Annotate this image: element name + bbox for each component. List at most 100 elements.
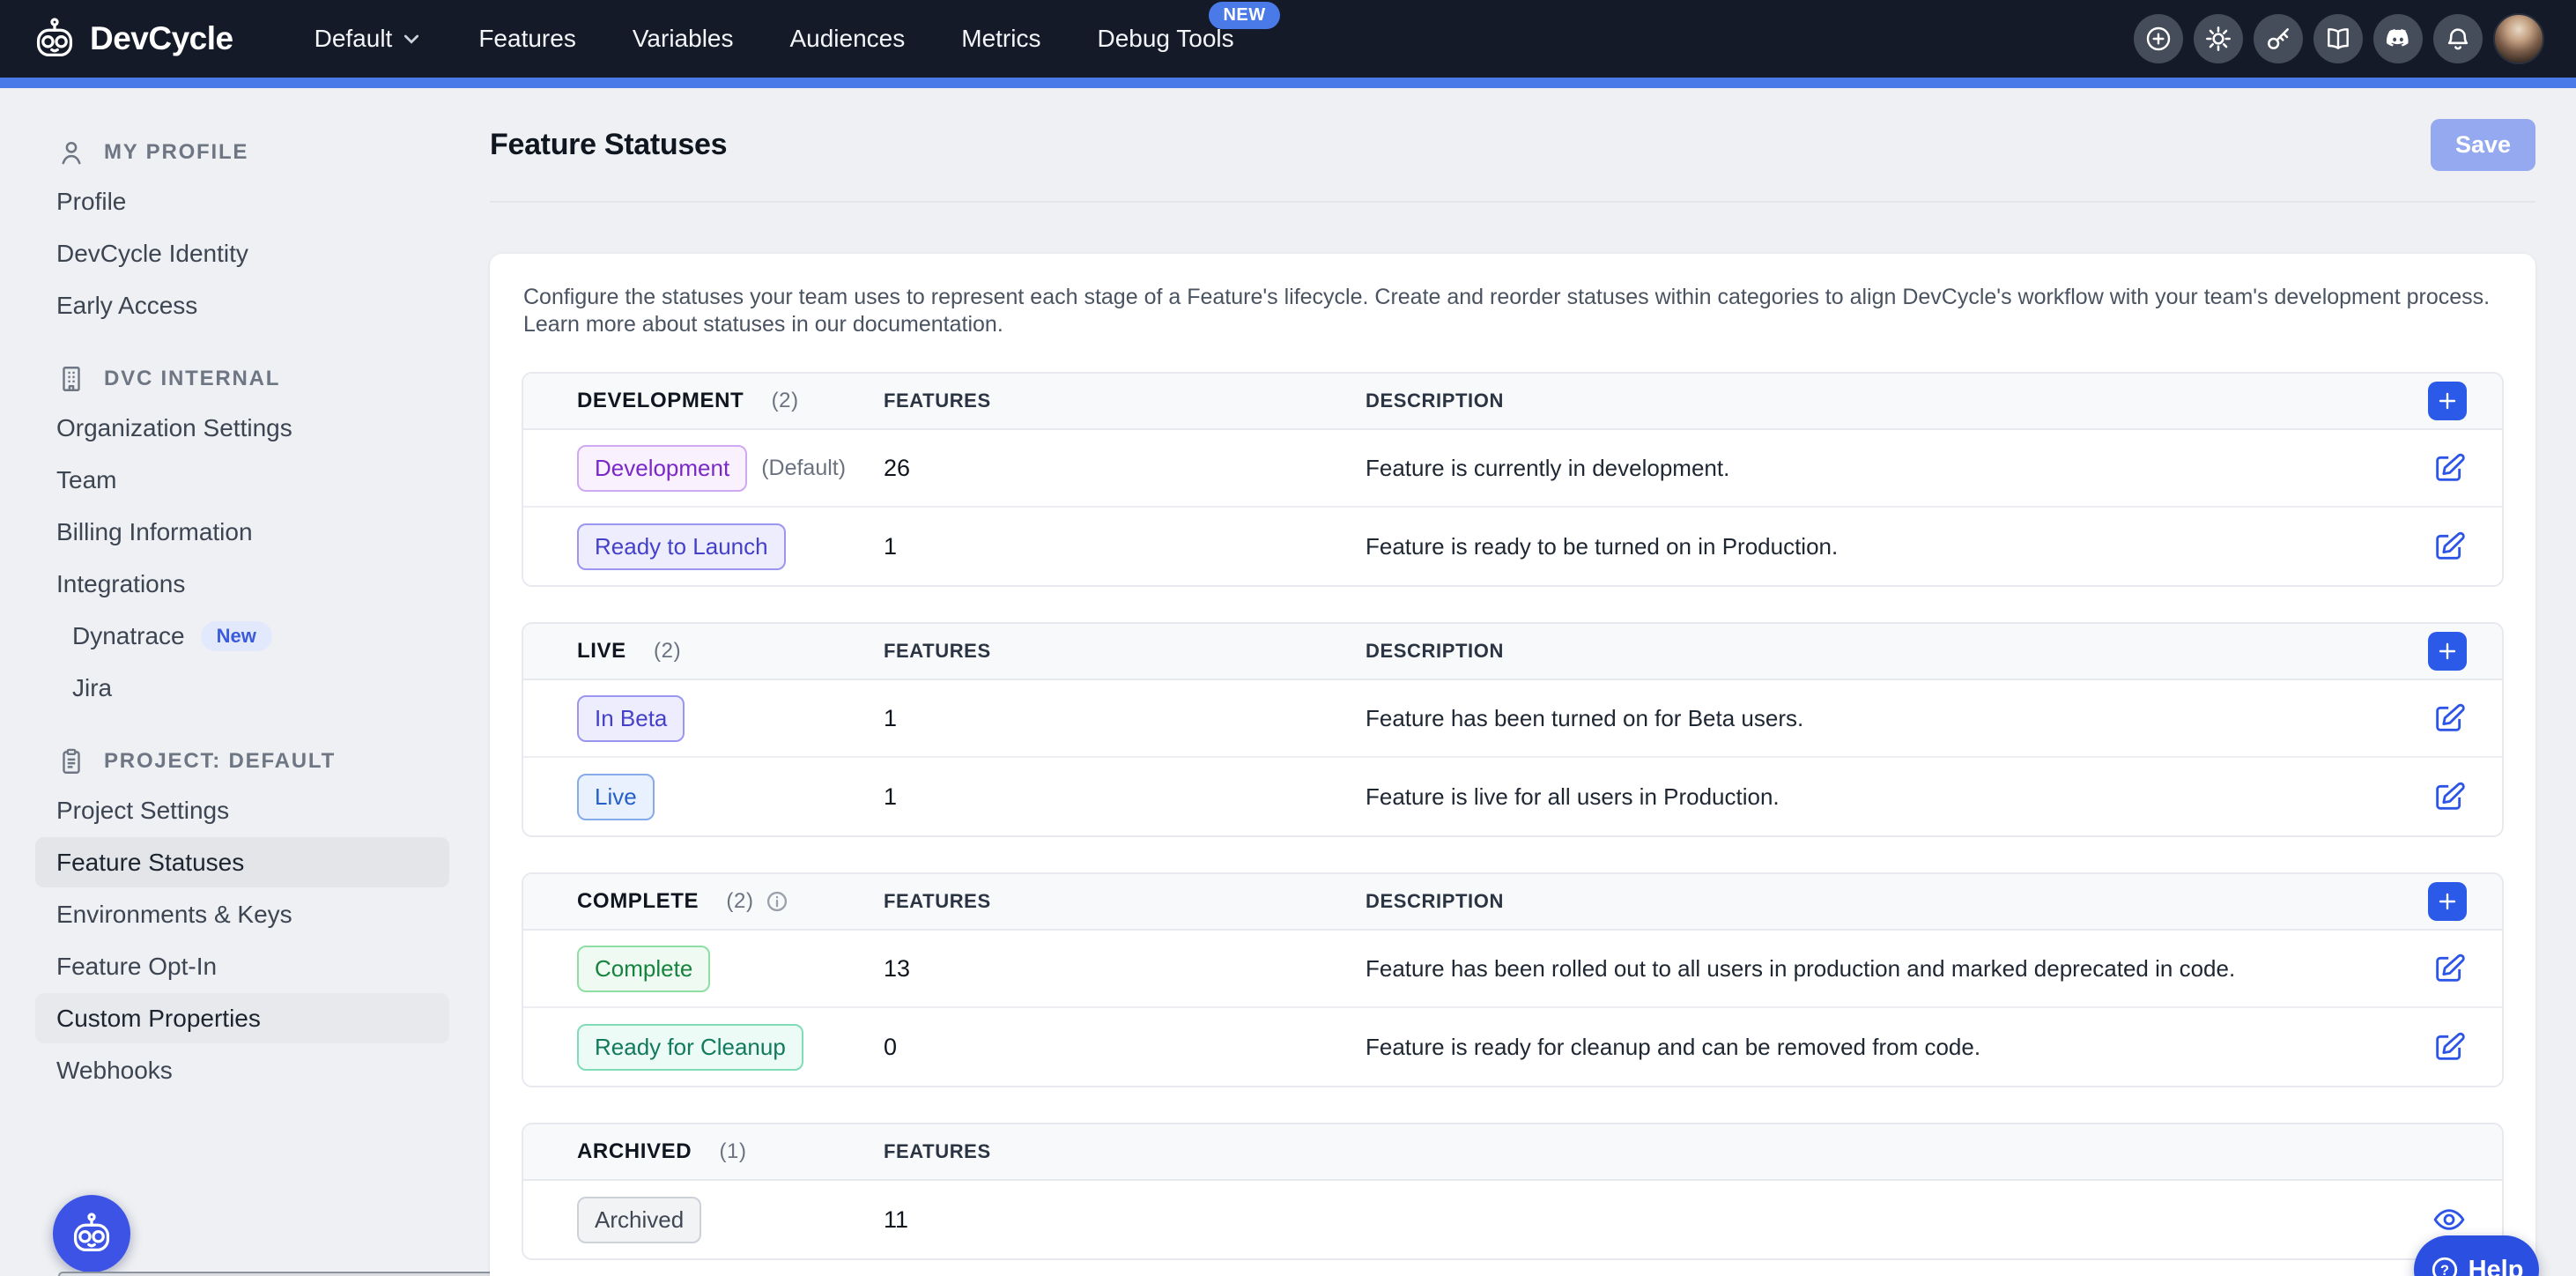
robot-icon xyxy=(69,1211,115,1257)
nav-item-debug-tools[interactable]: Debug Tools NEW xyxy=(1069,0,1262,78)
column-features: FEATURES xyxy=(884,890,1366,913)
table-row: Complete 13 Feature has been rolled out … xyxy=(523,931,2502,1008)
top-navbar: DevCycle Default Features Variables Audi… xyxy=(0,0,2576,78)
dynatrace-new-badge: New xyxy=(201,621,272,651)
sidebar-item-organization-settings[interactable]: Organization Settings xyxy=(35,403,449,453)
sidebar-item-integrations[interactable]: Integrations xyxy=(35,559,449,609)
column-features: FEATURES xyxy=(884,1140,1366,1163)
sidebar-item-environments-keys[interactable]: Environments & Keys xyxy=(35,889,449,939)
user-avatar[interactable] xyxy=(2493,13,2544,64)
info-icon[interactable] xyxy=(765,889,789,914)
section-dvc-internal: DVC INTERNAL xyxy=(0,357,481,401)
edit-status-button[interactable] xyxy=(2432,1029,2467,1065)
person-icon xyxy=(56,137,86,167)
building-icon xyxy=(56,364,86,394)
features-count: 1 xyxy=(884,783,1366,811)
column-features: FEATURES xyxy=(884,389,1366,412)
status-description: Feature is live for all users in Product… xyxy=(1366,783,2382,811)
sidebar-item-custom-properties[interactable]: Custom Properties xyxy=(35,993,449,1043)
features-count: 1 xyxy=(884,705,1366,732)
table-archived: ARCHIVED (1) FEATURES Archived 11 xyxy=(522,1123,2504,1260)
column-description: DESCRIPTION xyxy=(1366,890,2382,913)
status-description: Feature is ready for cleanup and can be … xyxy=(1366,1034,2382,1061)
features-count: 26 xyxy=(884,455,1366,482)
edit-icon xyxy=(2432,779,2467,814)
column-features: FEATURES xyxy=(884,640,1366,663)
feature-statuses-card: Configure the statuses your team uses to… xyxy=(490,254,2535,1276)
sidebar-item-webhooks[interactable]: Webhooks xyxy=(35,1045,449,1095)
sidebar-item-feature-opt-in[interactable]: Feature Opt-In xyxy=(35,941,449,991)
settings-sidebar: MY PROFILE Profile DevCycle Identity Ear… xyxy=(0,88,481,1276)
docs-button[interactable] xyxy=(2313,14,2363,63)
features-count: 0 xyxy=(884,1034,1366,1061)
gear-icon xyxy=(2204,25,2232,53)
create-button[interactable] xyxy=(2134,14,2183,63)
discord-icon xyxy=(2384,25,2412,53)
section-my-profile: MY PROFILE xyxy=(0,130,481,174)
status-badge: Archived xyxy=(577,1197,701,1243)
column-description: DESCRIPTION xyxy=(1366,640,2382,663)
table-header: COMPLETE (2) FEATURES DESCRIPTION xyxy=(523,874,2502,931)
nav-item-audiences[interactable]: Audiences xyxy=(761,0,933,78)
status-description: Feature has been rolled out to all users… xyxy=(1366,955,2382,983)
bell-icon xyxy=(2444,25,2472,53)
notifications-button[interactable] xyxy=(2433,14,2483,63)
edit-icon xyxy=(2432,1029,2467,1065)
sidebar-item-profile[interactable]: Profile xyxy=(35,176,449,226)
org-selector-dropdown[interactable]: Default xyxy=(286,0,451,78)
plus-icon xyxy=(2437,641,2458,662)
edit-icon xyxy=(2432,701,2467,736)
plus-icon xyxy=(2437,891,2458,912)
table-row: Development (Default) 26 Feature is curr… xyxy=(523,430,2502,508)
navbar-actions xyxy=(2134,13,2544,64)
table-development: DEVELOPMENT (2) FEATURES DESCRIPTION Dev… xyxy=(522,372,2504,587)
edit-icon xyxy=(2432,529,2467,564)
table-row: Archived 11 xyxy=(523,1181,2502,1258)
sidebar-item-project-settings[interactable]: Project Settings xyxy=(35,785,449,835)
save-button[interactable]: Save xyxy=(2431,119,2535,171)
header-divider xyxy=(490,201,2535,203)
nav-item-variables[interactable]: Variables xyxy=(604,0,762,78)
assistant-fab-button[interactable] xyxy=(53,1195,130,1272)
add-status-button[interactable] xyxy=(2428,882,2467,921)
edit-icon xyxy=(2432,951,2467,986)
sidebar-item-dynatrace[interactable]: Dynatrace New xyxy=(35,611,449,661)
nav-item-features[interactable]: Features xyxy=(450,0,604,78)
add-status-button[interactable] xyxy=(2428,632,2467,671)
status-badge: Live xyxy=(577,774,655,820)
status-description: Feature has been turned on for Beta user… xyxy=(1366,705,2382,732)
table-live: LIVE (2) FEATURES DESCRIPTION In Beta 1 … xyxy=(522,622,2504,837)
edit-status-button[interactable] xyxy=(2432,701,2467,736)
book-icon xyxy=(2324,25,2352,53)
sidebar-item-jira[interactable]: Jira xyxy=(35,663,449,713)
svg-text:?: ? xyxy=(2440,1263,2449,1276)
add-status-button[interactable] xyxy=(2428,382,2467,420)
devcycle-logo[interactable]: DevCycle xyxy=(32,16,233,62)
sidebar-item-early-access[interactable]: Early Access xyxy=(35,280,449,330)
table-complete: COMPLETE (2) FEATURES DESCRIPTION Comple… xyxy=(522,872,2504,1087)
features-count: 1 xyxy=(884,533,1366,560)
keys-button[interactable] xyxy=(2254,14,2303,63)
edit-status-button[interactable] xyxy=(2432,529,2467,564)
sidebar-item-team[interactable]: Team xyxy=(35,455,449,505)
settings-button[interactable] xyxy=(2194,14,2243,63)
sidebar-item-billing-information[interactable]: Billing Information xyxy=(35,507,449,557)
edit-status-button[interactable] xyxy=(2432,951,2467,986)
discord-button[interactable] xyxy=(2373,14,2423,63)
edit-icon xyxy=(2432,450,2467,486)
view-status-button[interactable] xyxy=(2432,1202,2467,1237)
edit-status-button[interactable] xyxy=(2432,450,2467,486)
edit-status-button[interactable] xyxy=(2432,779,2467,814)
card-description: Configure the statuses your team uses to… xyxy=(523,284,2502,338)
table-header: DEVELOPMENT (2) FEATURES DESCRIPTION xyxy=(523,374,2502,430)
default-suffix: (Default) xyxy=(761,456,846,481)
nav-item-metrics[interactable]: Metrics xyxy=(933,0,1069,78)
table-header: LIVE (2) FEATURES DESCRIPTION xyxy=(523,624,2502,680)
category-label: ARCHIVED xyxy=(577,1139,692,1164)
sidebar-item-feature-statuses[interactable]: Feature Statuses xyxy=(35,837,449,887)
page-title: Feature Statuses xyxy=(490,128,727,162)
sidebar-item-devcycle-identity[interactable]: DevCycle Identity xyxy=(35,228,449,278)
features-count: 11 xyxy=(884,1206,1366,1234)
help-button[interactable]: ? Help xyxy=(2414,1235,2539,1276)
status-description: Feature is currently in development. xyxy=(1366,455,2382,482)
